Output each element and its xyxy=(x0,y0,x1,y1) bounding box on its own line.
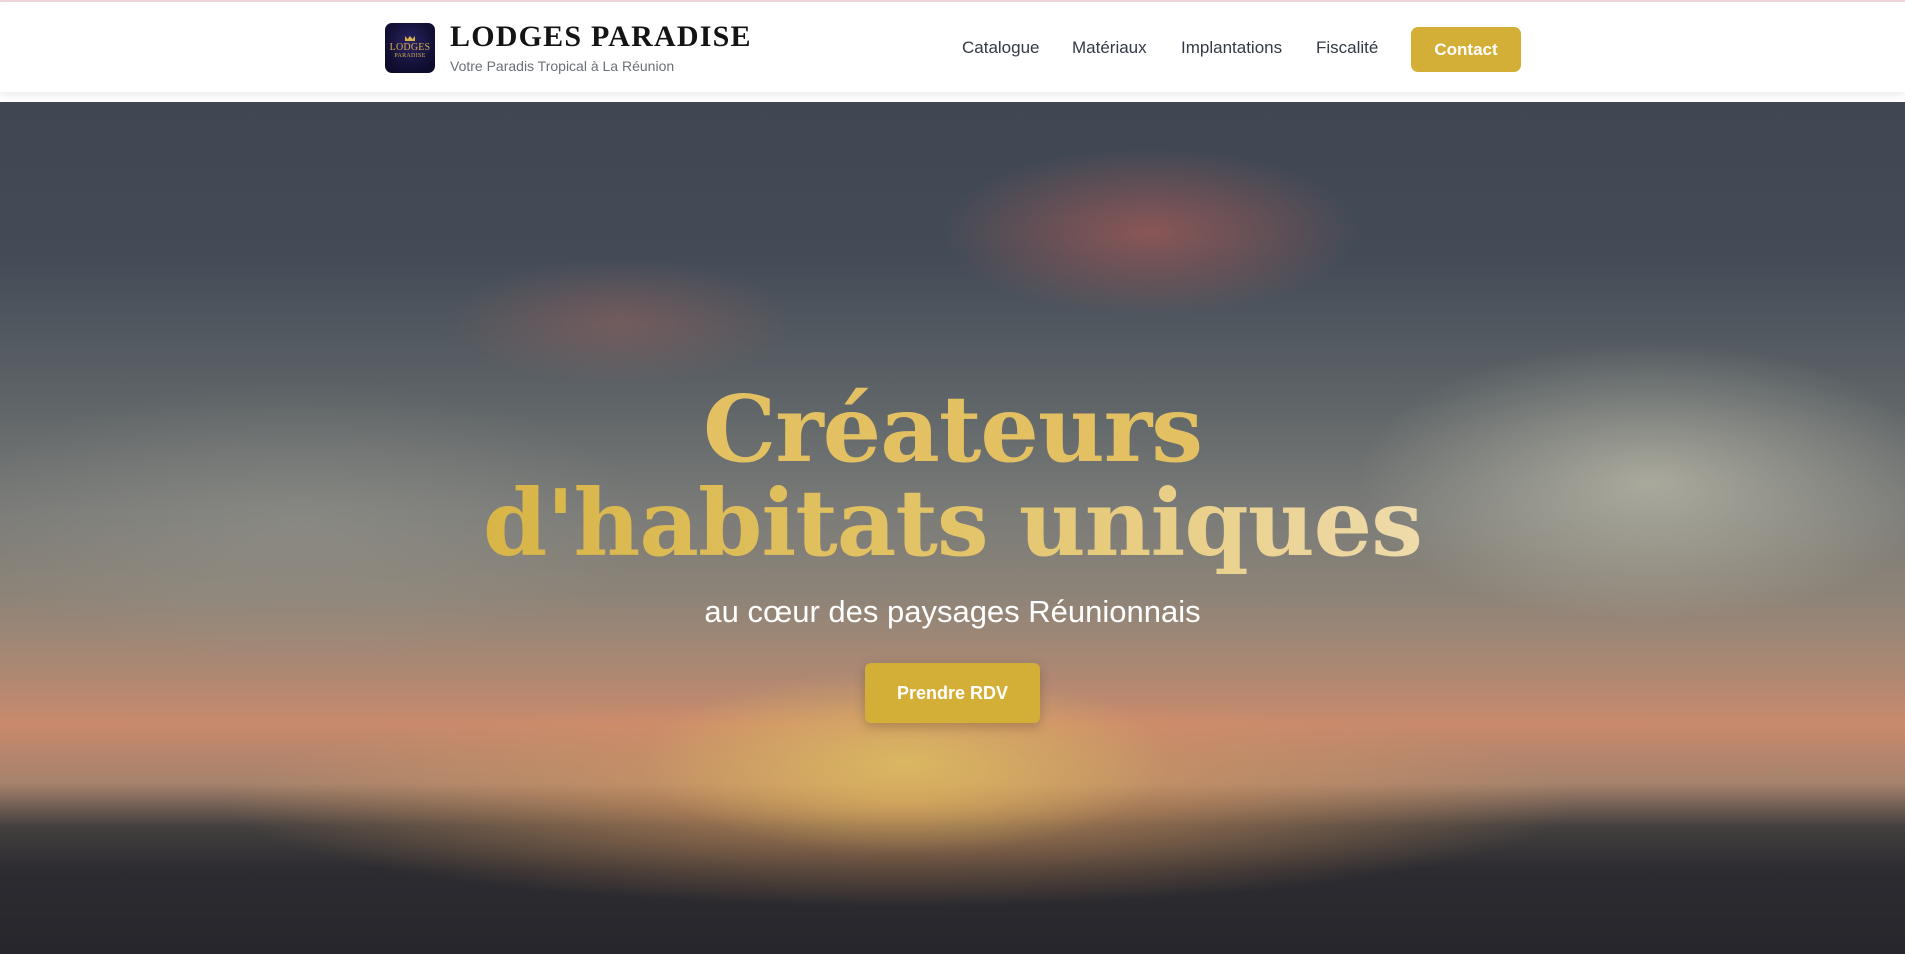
hero-title-line1: Créateurs xyxy=(702,375,1203,483)
nav-link-materiaux[interactable]: Matériaux xyxy=(1072,38,1147,58)
logo-text-line1: LODGES xyxy=(389,42,431,53)
crown-icon xyxy=(405,36,415,41)
hero-section: Créateurs d'habitats uniques au cœur des… xyxy=(0,102,1905,954)
appointment-button[interactable]: Prendre RDV xyxy=(865,663,1040,723)
brand-title[interactable]: LODGES PARADISE xyxy=(450,20,752,54)
contact-button[interactable]: Contact xyxy=(1411,27,1521,72)
nav-link-implantations[interactable]: Implantations xyxy=(1181,38,1282,58)
nav-link-fiscalite[interactable]: Fiscalité xyxy=(1316,38,1378,58)
brand-logo[interactable]: LODGES PARADISE xyxy=(385,23,435,73)
hero-title: Créateurs d'habitats uniques xyxy=(0,382,1905,570)
hero-title-line2: d'habitats uniques xyxy=(483,469,1423,577)
site-header: LODGES PARADISE LODGES PARADISE Votre Pa… xyxy=(0,2,1905,92)
hero-subtitle: au cœur des paysages Réunionnais xyxy=(704,594,1201,629)
brand-tagline: Votre Paradis Tropical à La Réunion xyxy=(450,58,675,74)
logo-text-line2: PARADISE xyxy=(394,53,426,59)
nav-link-catalogue[interactable]: Catalogue xyxy=(962,38,1040,58)
